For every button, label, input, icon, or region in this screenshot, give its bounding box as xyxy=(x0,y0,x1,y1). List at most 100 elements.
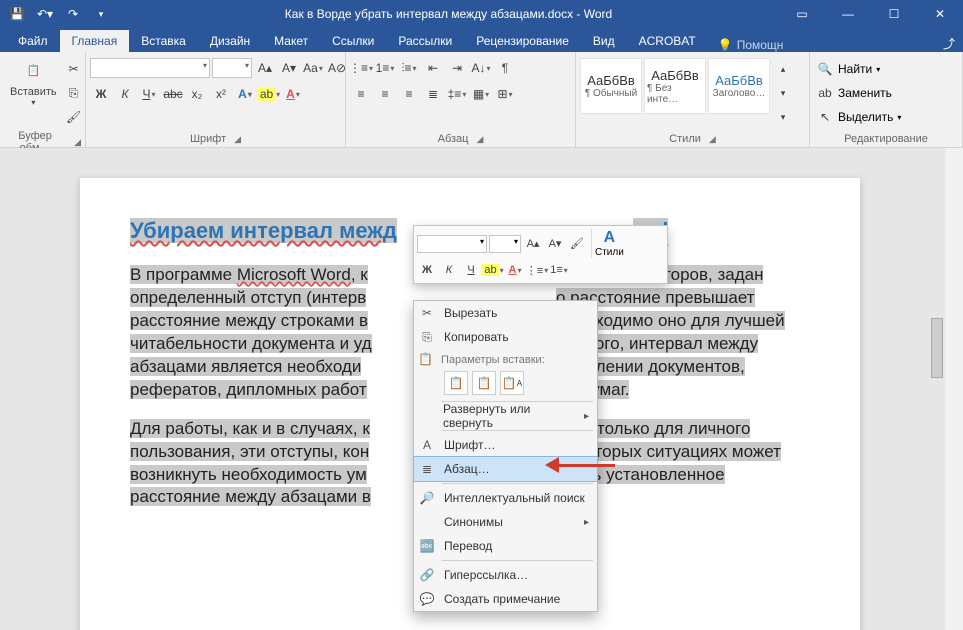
paste-merge[interactable]: 📋 xyxy=(472,371,496,395)
tab-references[interactable]: Ссылки xyxy=(320,30,386,52)
font-launcher[interactable]: ◢ xyxy=(234,134,241,145)
cm-cut[interactable]: ✂Вырезать xyxy=(414,301,597,325)
style-no-spacing[interactable]: АаБбВв¶ Без инте… xyxy=(644,58,706,114)
tell-me-search[interactable]: 💡 Помощн xyxy=(718,38,784,52)
subscript-button[interactable]: x₂ xyxy=(186,83,208,105)
cm-smart-lookup[interactable]: 🔎Интеллектуальный поиск xyxy=(414,486,597,510)
grow-font-button[interactable]: A▴ xyxy=(254,57,276,79)
minimize-button[interactable]: — xyxy=(825,0,871,28)
group-editing: 🔍Найти▾ abЗаменить ↖Выделить▾ Редактиров… xyxy=(810,52,963,147)
justify-button[interactable]: ≣ xyxy=(422,83,444,105)
tab-insert[interactable]: Вставка xyxy=(129,30,198,52)
mini-italic[interactable]: К xyxy=(439,260,459,280)
close-button[interactable]: ✕ xyxy=(917,0,963,28)
mini-highlight[interactable]: ab xyxy=(483,260,503,280)
align-left-button[interactable]: ≡ xyxy=(350,83,372,105)
cm-translate[interactable]: 🔤Перевод xyxy=(414,534,597,558)
shading-button[interactable]: ▦ xyxy=(470,83,492,105)
paste-keep-source[interactable]: 📋 xyxy=(444,371,468,395)
format-painter-button[interactable]: 🖌 xyxy=(63,106,85,128)
select-button[interactable]: ↖Выделить▾ xyxy=(814,106,901,128)
cm-expand-collapse[interactable]: Развернуть или свернуть xyxy=(414,404,597,428)
maximize-button[interactable]: ☐ xyxy=(871,0,917,28)
group-paragraph-label: Абзац xyxy=(438,133,469,145)
tab-acrobat[interactable]: ACROBAT xyxy=(627,30,708,52)
multilevel-button[interactable]: ⫶≡ xyxy=(398,57,420,79)
highlight-button[interactable]: ab xyxy=(258,83,280,105)
tab-home[interactable]: Главная xyxy=(60,30,130,52)
mini-styles-button[interactable]: A Стили xyxy=(591,229,627,258)
style-heading1[interactable]: АаБбВвЗаголово… xyxy=(708,58,770,114)
numbering-button[interactable]: 1≡ xyxy=(374,57,396,79)
font-size-combo[interactable] xyxy=(212,58,252,78)
styles-scroll-up[interactable]: ▴ xyxy=(772,58,794,80)
styles-scroll-down[interactable]: ▾ xyxy=(772,82,794,104)
styles-launcher[interactable]: ◢ xyxy=(709,134,716,145)
mini-format-painter[interactable]: 🖌 xyxy=(567,234,587,254)
copy-button[interactable]: ⎘ xyxy=(63,82,85,104)
save-button[interactable]: 💾 xyxy=(6,3,28,25)
mini-underline[interactable]: Ч xyxy=(461,260,481,280)
find-button[interactable]: 🔍Найти▾ xyxy=(814,58,880,80)
cm-synonyms[interactable]: Синонимы xyxy=(414,510,597,534)
mini-bullets[interactable]: ⋮≡ xyxy=(527,260,547,280)
text-effects-button[interactable]: A xyxy=(234,83,256,105)
sort-button[interactable]: A↓ xyxy=(470,57,492,79)
font-name-combo[interactable] xyxy=(90,58,210,78)
replace-button[interactable]: abЗаменить xyxy=(814,82,892,104)
align-right-button[interactable]: ≡ xyxy=(398,83,420,105)
ribbon-options-button[interactable]: ▭ xyxy=(779,0,825,28)
clipboard-launcher[interactable]: ◢ xyxy=(74,137,81,148)
shrink-font-button[interactable]: A▾ xyxy=(278,57,300,79)
font-a-icon: A xyxy=(418,438,436,452)
qat-customize[interactable]: ▾ xyxy=(90,3,112,25)
font-color-button[interactable]: A xyxy=(282,83,304,105)
lightbulb-search-icon: 🔎 xyxy=(418,491,436,505)
mini-font-combo[interactable] xyxy=(417,235,487,253)
mini-grow-font[interactable]: A▴ xyxy=(523,234,543,254)
italic-button[interactable]: К xyxy=(114,83,136,105)
paste-text-only[interactable]: 📋A xyxy=(500,371,524,395)
line-spacing-button[interactable]: ‡≡ xyxy=(446,83,468,105)
mini-numbering[interactable]: 1≡ xyxy=(549,260,569,280)
increase-indent-button[interactable]: ⇥ xyxy=(446,57,468,79)
tab-mailings[interactable]: Рассылки xyxy=(386,30,464,52)
styles-a-icon: A xyxy=(604,229,616,247)
borders-button[interactable]: ⊞ xyxy=(494,83,516,105)
cm-hyperlink[interactable]: 🔗Гиперссылка… xyxy=(414,563,597,587)
cm-new-comment[interactable]: 💬Создать примечание xyxy=(414,587,597,611)
scrollbar-thumb[interactable] xyxy=(931,318,943,378)
show-marks-button[interactable]: ¶ xyxy=(494,57,516,79)
undo-button[interactable]: ↶▾ xyxy=(34,3,56,25)
redo-button[interactable]: ↷ xyxy=(62,3,84,25)
tab-review[interactable]: Рецензирование xyxy=(464,30,581,52)
tab-file[interactable]: Файл xyxy=(6,30,60,52)
cursor-icon: ↖ xyxy=(814,106,836,128)
cut-button[interactable]: ✂ xyxy=(63,58,85,80)
change-case-button[interactable]: Aa xyxy=(302,57,324,79)
strikethrough-button[interactable]: abc xyxy=(162,83,184,105)
bold-button[interactable]: Ж xyxy=(90,83,112,105)
mini-font-color[interactable]: A xyxy=(505,260,525,280)
separator xyxy=(442,560,593,561)
bullets-button[interactable]: ⋮≡ xyxy=(350,57,372,79)
superscript-button[interactable]: x² xyxy=(210,83,232,105)
mini-bold[interactable]: Ж xyxy=(417,260,437,280)
align-center-button[interactable]: ≡ xyxy=(374,83,396,105)
tab-design[interactable]: Дизайн xyxy=(198,30,262,52)
decrease-indent-button[interactable]: ⇤ xyxy=(422,57,444,79)
styles-expand[interactable]: ▾ xyxy=(772,106,794,128)
tab-layout[interactable]: Макет xyxy=(262,30,320,52)
mini-size-combo[interactable] xyxy=(489,235,521,253)
style-normal[interactable]: АаБбВв¶ Обычный xyxy=(580,58,642,114)
share-button[interactable]: ⤴ xyxy=(943,35,955,52)
paste-button[interactable]: 📋 Вставить ▾ xyxy=(4,54,63,109)
tab-view[interactable]: Вид xyxy=(581,30,627,52)
lightbulb-icon: 💡 xyxy=(718,38,733,52)
paragraph-launcher[interactable]: ◢ xyxy=(476,134,483,145)
underline-button[interactable]: Ч xyxy=(138,83,160,105)
clear-formatting-button[interactable]: A⊘ xyxy=(326,57,348,79)
cm-font[interactable]: AШрифт… xyxy=(414,433,597,457)
mini-shrink-font[interactable]: A▾ xyxy=(545,234,565,254)
cm-copy[interactable]: ⎘Копировать xyxy=(414,325,597,349)
